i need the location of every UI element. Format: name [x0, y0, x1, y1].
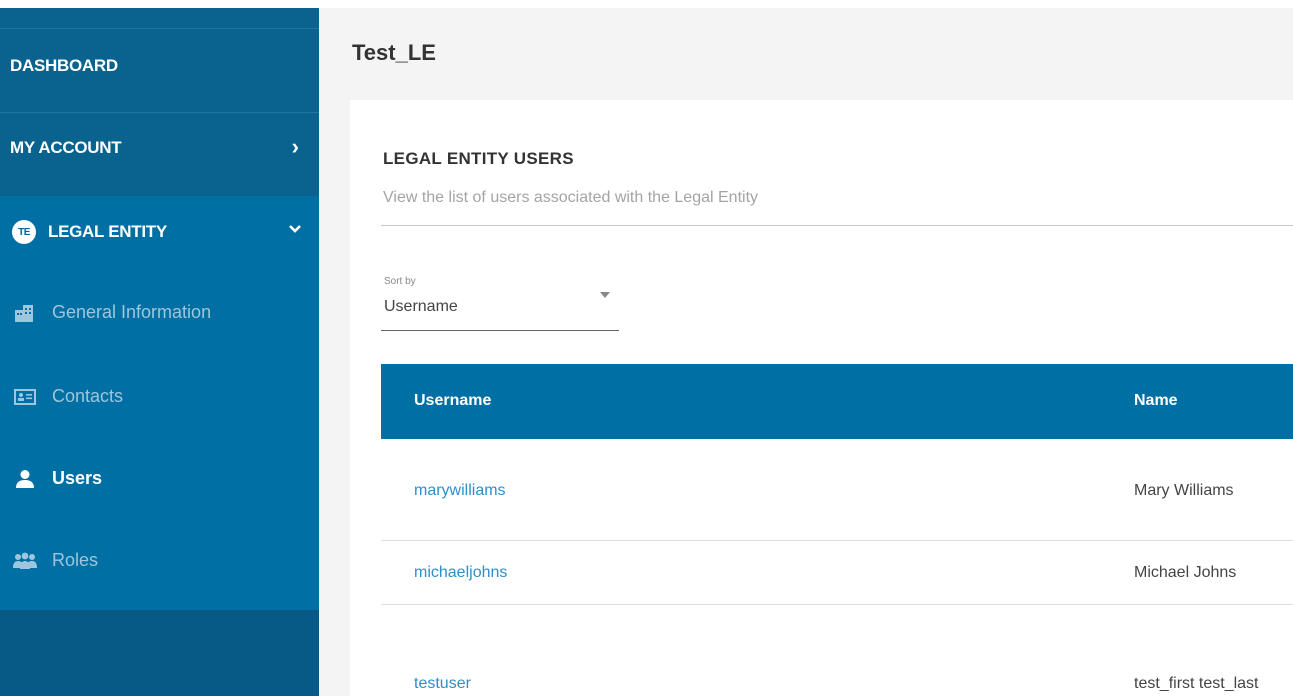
select-underline: [381, 330, 619, 331]
sidebar-item-legal-entity[interactable]: TE LEGAL ENTITY: [0, 220, 319, 244]
user-name: test_first test_last: [1134, 675, 1259, 692]
row-divider: [381, 604, 1293, 605]
user-name: Mary Williams: [1134, 482, 1234, 499]
sidebar-item-dashboard[interactable]: DASHBOARD: [0, 56, 319, 76]
divider: [381, 225, 1293, 226]
app-window: DASHBOARD MY ACCOUNT › TE LEGAL ENTITY G…: [0, 0, 1293, 696]
sidebar-item-label: Roles: [52, 550, 99, 570]
sidebar-item-my-account[interactable]: MY ACCOUNT ›: [0, 134, 319, 159]
username-link[interactable]: michaeljohns: [414, 564, 507, 582]
sidebar-item-users[interactable]: Users: [12, 468, 102, 489]
sidebar-divider: [0, 28, 319, 29]
main-content: Test_LE LEGAL ENTITY USERS View the list…: [319, 8, 1293, 696]
column-header-username[interactable]: Username: [414, 392, 491, 410]
legal-entity-badge-icon: TE: [12, 220, 36, 244]
group-icon: [12, 551, 38, 571]
card-subtitle: View the list of users associated with t…: [383, 189, 759, 206]
sidebar: DASHBOARD MY ACCOUNT › TE LEGAL ENTITY G…: [0, 8, 319, 696]
sidebar-item-contacts[interactable]: Contacts: [12, 386, 123, 407]
sort-by-value[interactable]: Username: [384, 298, 458, 316]
sidebar-item-roles[interactable]: Roles: [12, 550, 98, 571]
column-header-name[interactable]: Name: [1134, 392, 1178, 410]
building-icon: [12, 303, 38, 323]
chevron-down-icon: [289, 225, 301, 233]
table-header: Username Name: [381, 364, 1293, 439]
sidebar-item-label: DASHBOARD: [10, 56, 118, 75]
username-link[interactable]: marywilliams: [414, 482, 506, 500]
contact-card-icon: [12, 387, 38, 407]
sidebar-item-general-information[interactable]: General Information: [12, 302, 211, 323]
username-link[interactable]: testuser: [414, 675, 471, 693]
sidebar-bottom-section: [0, 610, 319, 696]
user-icon: [12, 469, 38, 489]
chevron-right-icon: ›: [291, 134, 299, 159]
dropdown-caret-icon[interactable]: [600, 292, 610, 298]
page-title: Test_LE: [352, 40, 436, 65]
legal-entity-users-card: LEGAL ENTITY USERS View the list of user…: [350, 100, 1293, 696]
row-divider: [381, 540, 1293, 541]
sidebar-item-label: Users: [52, 468, 103, 488]
card-title: LEGAL ENTITY USERS: [383, 149, 574, 168]
sidebar-item-label: MY ACCOUNT: [10, 138, 122, 157]
user-name: Michael Johns: [1134, 564, 1237, 581]
sidebar-item-label: LEGAL ENTITY: [48, 222, 167, 241]
sidebar-item-label: General Information: [52, 302, 212, 322]
sidebar-divider: [0, 112, 319, 113]
sort-by-label: Sort by: [384, 276, 416, 287]
sidebar-top-section: [0, 8, 319, 196]
sidebar-item-label: Contacts: [52, 386, 124, 406]
